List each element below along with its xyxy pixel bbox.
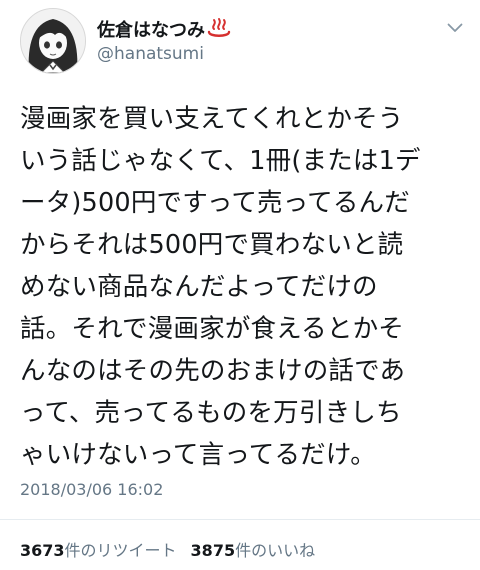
tweet-line: からそれは500円で買わないと読 xyxy=(20,230,404,260)
divider xyxy=(0,519,480,520)
hot-spring-icon xyxy=(207,17,231,44)
likes-stat[interactable]: 3875件のいいね xyxy=(191,541,316,560)
tweet-line: ータ)500円ですって売ってるんだ xyxy=(20,188,410,218)
tweet-line: 話。それで漫画家が食えるとかそ xyxy=(20,314,404,344)
tweet-line: って、売ってるものを万引きしち xyxy=(20,398,402,428)
tweet-line: いう話じゃなくて、1冊(または1デ xyxy=(20,146,421,176)
tweet-line: めない商品なんだよってだけの xyxy=(20,272,378,302)
tweet-line: ゃいけないって言ってるだけ。 xyxy=(20,440,376,470)
user-name-text: 佐倉はなつみ xyxy=(97,20,205,41)
tweet-line: 漫画家を買い支えてくれとかそう xyxy=(20,104,404,134)
tweet-line: んなのはその先のおまけの話であ xyxy=(20,356,406,386)
user-display-name[interactable]: 佐倉はなつみ xyxy=(97,16,231,44)
tweet-timestamp[interactable]: 2018/03/06 16:02 xyxy=(20,480,163,499)
likes-count: 3875 xyxy=(190,541,236,560)
tweet-card: 佐倉はなつみ @hanatsumi 漫画家を買い支えてくれとかそう いう話じゃな… xyxy=(0,0,480,570)
retweets-stat[interactable]: 3673件のリツイート xyxy=(20,541,177,560)
tweet-text: 漫画家を買い支えてくれとかそう いう話じゃなくて、1冊(または1デ ータ)500… xyxy=(20,98,472,476)
likes-label: 件のいいね xyxy=(235,541,316,560)
retweets-label: 件のリツイート xyxy=(64,541,177,560)
retweets-count: 3673 xyxy=(20,541,65,560)
tweet-stats: 3673件のリツイート 3875件のいいね xyxy=(20,537,315,561)
user-handle[interactable]: @hanatsumi xyxy=(97,44,204,64)
avatar[interactable] xyxy=(20,8,86,74)
chevron-down-icon[interactable] xyxy=(447,18,463,32)
